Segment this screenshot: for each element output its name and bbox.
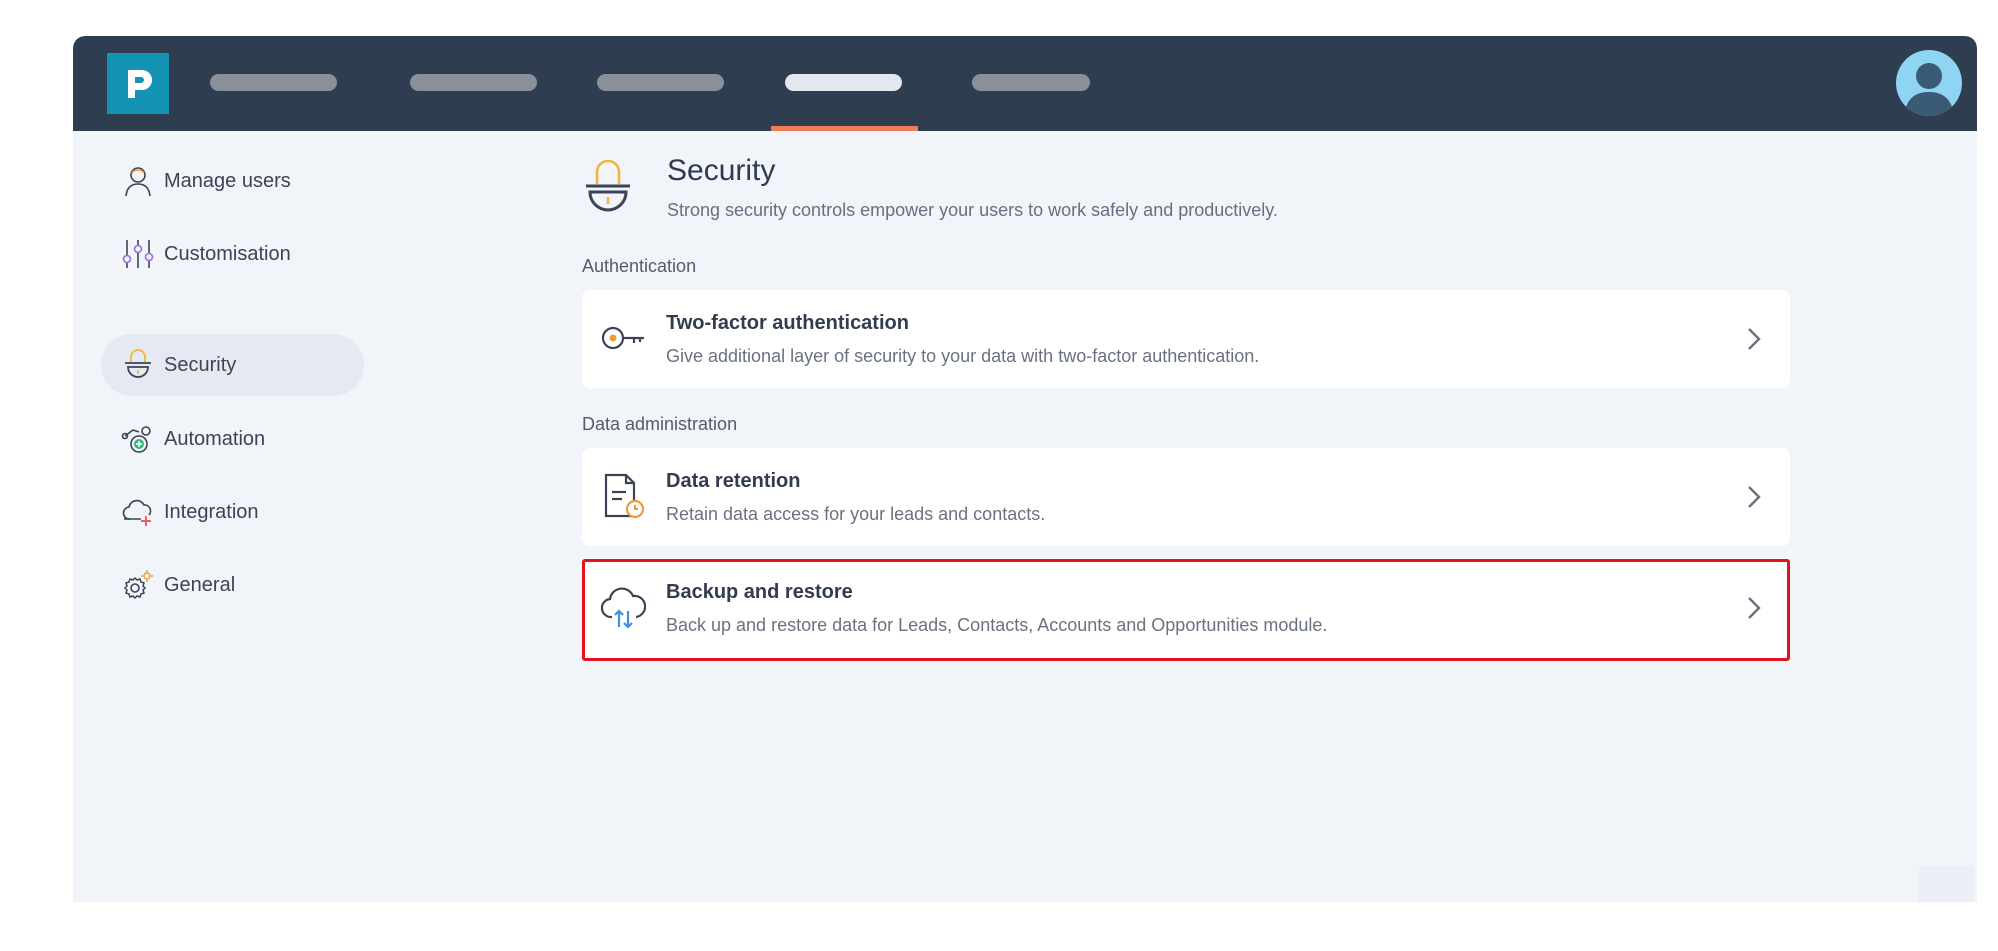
- document-clock-icon: [604, 473, 645, 519]
- cloud-sync-icon: [600, 587, 646, 629]
- page-subtitle: Strong security controls empower your us…: [667, 200, 1278, 220]
- active-nav-indicator: [771, 126, 918, 131]
- sidebar-item-automation[interactable]: Automation: [101, 408, 364, 470]
- card-title: Backup and restore: [666, 581, 853, 603]
- user-silhouette-icon: [1904, 63, 1954, 116]
- sidebar-item-label: Security: [164, 353, 237, 376]
- nav-item-3[interactable]: [597, 74, 724, 91]
- nav-item-1[interactable]: [210, 74, 337, 91]
- manage-users-icon: [125, 167, 151, 197]
- card-data-retention[interactable]: Data retention Retain data access for yo…: [582, 448, 1790, 546]
- card-description: Give additional layer of security to you…: [666, 346, 1260, 366]
- app-logo[interactable]: [107, 53, 169, 114]
- sidebar-item-label: Automation: [164, 427, 266, 450]
- security-padlock-icon: [586, 159, 630, 212]
- sidebar-item-general[interactable]: General: [101, 554, 364, 616]
- sidebar-item-customisation[interactable]: Customisation: [101, 223, 364, 285]
- card-description: Back up and restore data for Leads, Cont…: [666, 615, 1328, 635]
- sidebar-item-label: Manage users: [164, 169, 291, 192]
- card-backup-and-restore[interactable]: Backup and restore Back up and restore d…: [582, 559, 1790, 661]
- sidebar-item-label: Customisation: [164, 242, 291, 265]
- automation-icon: [121, 426, 151, 453]
- group-heading-authentication: Authentication: [582, 256, 697, 276]
- chevron-right-icon: [1748, 486, 1761, 508]
- chevron-right-icon: [1748, 597, 1761, 619]
- nav-item-2[interactable]: [410, 74, 537, 91]
- card-title: Data retention: [666, 470, 801, 492]
- key-icon: [601, 326, 644, 350]
- sidebar-item-label: General: [164, 573, 236, 596]
- cloud-plus-icon: [122, 499, 152, 526]
- sliders-icon: [122, 240, 154, 268]
- gear-icon: [123, 570, 153, 600]
- page-title: Security: [667, 154, 776, 187]
- floating-help-widget[interactable]: [1918, 866, 1974, 902]
- chevron-right-icon: [1748, 328, 1761, 350]
- padlock-icon: [125, 349, 151, 378]
- user-avatar[interactable]: [1896, 50, 1962, 116]
- sidebar-item-security[interactable]: Security: [101, 334, 364, 396]
- sidebar-item-manage-users[interactable]: Manage users: [101, 150, 364, 212]
- card-title: Two-factor authentication: [666, 312, 909, 334]
- nav-item-5[interactable]: [972, 74, 1090, 91]
- app-window: Manage users Customisation Security Auto…: [73, 36, 1977, 902]
- nav-item-4-active[interactable]: [785, 74, 902, 91]
- card-two-factor-authentication[interactable]: Two-factor authentication Give additiona…: [582, 290, 1790, 388]
- top-navigation-bar: [73, 36, 1977, 131]
- group-heading-data-administration: Data administration: [582, 414, 738, 434]
- logo-icon: [128, 69, 152, 98]
- sidebar-item-integration[interactable]: Integration: [101, 481, 364, 543]
- card-description: Retain data access for your leads and co…: [666, 504, 1046, 524]
- sidebar-item-label: Integration: [164, 500, 259, 523]
